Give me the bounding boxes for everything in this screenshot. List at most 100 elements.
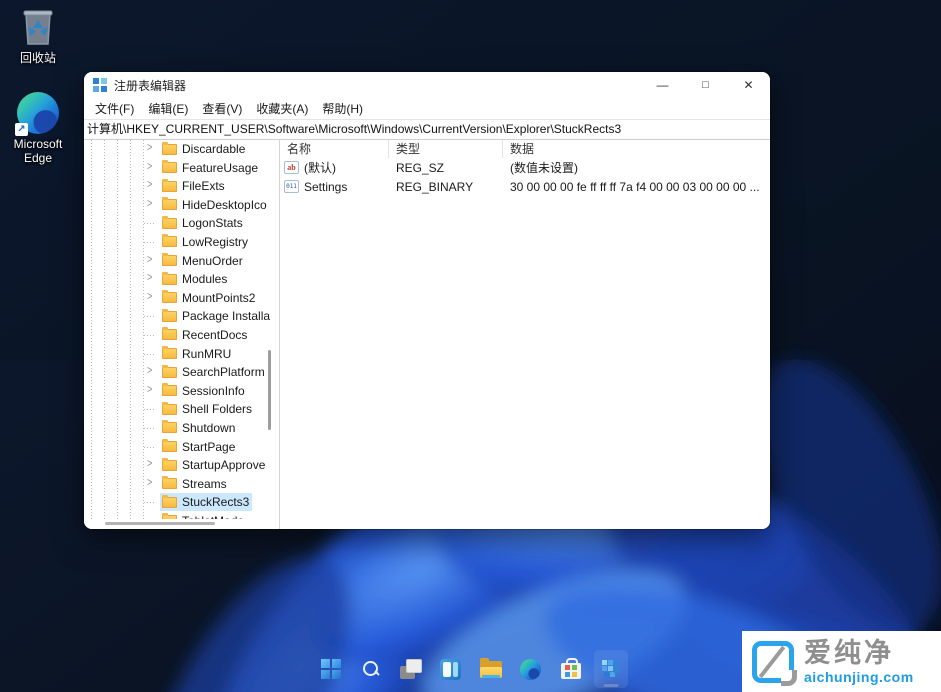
tree-item-package-installa[interactable]: Package Installa	[84, 307, 279, 326]
tree-connector	[144, 242, 156, 243]
chevron-right-icon[interactable]: >	[147, 177, 159, 191]
menu-item-1[interactable]: 编辑(E)	[141, 100, 195, 117]
menu-item-3[interactable]: 收藏夹(A)	[249, 100, 315, 117]
chevron-right-icon[interactable]: >	[147, 456, 159, 470]
folder-icon	[162, 385, 177, 396]
taskbar-widgets-button[interactable]	[434, 650, 468, 688]
taskbar-registry-editor-button[interactable]	[594, 650, 628, 688]
folder-icon	[162, 162, 177, 173]
tree-item-label: FeatureUsage	[182, 161, 258, 175]
tree-connector	[144, 428, 156, 429]
tree-item-searchplatform[interactable]: > SearchPlatform	[84, 363, 279, 382]
edge-icon	[520, 659, 541, 680]
minimize-button[interactable]: —	[641, 72, 684, 98]
tree-item-label: SearchPlatform	[182, 365, 265, 379]
chevron-right-icon[interactable]: >	[147, 159, 159, 173]
tree-item-label: MenuOrder	[182, 254, 243, 268]
value-row-1[interactable]: 011SettingsREG_BINARY30 00 00 00 fe ff f…	[280, 177, 770, 196]
tree-vertical-scrollbar[interactable]	[268, 350, 271, 430]
menu-bar: 文件(F)编辑(E)查看(V)收藏夹(A)帮助(H)	[84, 98, 770, 119]
folder-icon	[162, 404, 177, 415]
recycle-bin-label: 回收站	[0, 51, 76, 65]
tree-item-modules[interactable]: >Modules	[84, 270, 279, 289]
folder-icon	[162, 348, 177, 359]
registry-editor-icon	[602, 660, 620, 678]
tree-item-streams[interactable]: >Streams	[84, 475, 279, 494]
close-button[interactable]: ✕	[727, 72, 770, 98]
tree-horizontal-scrollbar[interactable]	[84, 519, 279, 529]
desktop-icon-recycle-bin[interactable]: 回收站	[0, 6, 76, 65]
menu-item-4[interactable]: 帮助(H)	[315, 100, 370, 117]
taskbar-store-button[interactable]	[554, 650, 588, 688]
folder-icon	[162, 274, 177, 285]
tree-item-label: LogonStats	[182, 216, 243, 230]
edge-icon: ↗	[17, 92, 59, 134]
column-header-data[interactable]: 数据	[503, 140, 770, 158]
chevron-right-icon[interactable]: >	[147, 475, 159, 489]
tree-item-label: Shutdown	[182, 421, 235, 435]
folder-icon	[162, 144, 177, 155]
tree-item-startpage[interactable]: StartPage	[84, 438, 279, 457]
tree-item-sessioninfo[interactable]: >SessionInfo	[84, 382, 279, 401]
taskbar-search-button[interactable]	[354, 650, 388, 688]
folder-icon	[162, 255, 177, 266]
maximize-button[interactable]: □	[684, 72, 727, 98]
value-name: (默认)	[304, 159, 336, 176]
scrollbar-thumb[interactable]	[105, 522, 215, 525]
tree-item-shell-folders[interactable]: Shell Folders	[84, 400, 279, 419]
chevron-right-icon[interactable]: >	[147, 382, 159, 396]
tree-item-label: StartPage	[182, 440, 235, 454]
desktop-icon-edge[interactable]: ↗ Microsoft Edge	[0, 92, 76, 165]
tree-connector	[144, 354, 156, 355]
folder-icon	[162, 497, 177, 508]
values-panel[interactable]: 名称 类型 数据 ab(默认)REG_SZ(数值未设置)011SettingsR…	[280, 140, 770, 529]
tree-item-lowregistry[interactable]: LowRegistry	[84, 233, 279, 252]
tree-item-label: HideDesktopIco	[182, 198, 267, 212]
tree-item-menuorder[interactable]: > MenuOrder	[84, 252, 279, 271]
tree-item-label: StartupApprove	[182, 458, 265, 472]
tree-connector	[144, 316, 156, 317]
tree-item-label: MountPoints2	[182, 291, 255, 305]
tree-item-logonstats[interactable]: LogonStats	[84, 214, 279, 233]
tree-item-shutdown[interactable]: Shutdown	[84, 419, 279, 438]
folder-icon	[162, 460, 177, 471]
taskbar-file-explorer-button[interactable]	[474, 650, 508, 688]
tree-connector	[144, 335, 156, 336]
search-icon	[361, 659, 381, 679]
registry-tree-panel[interactable]: >Discardable>FeatureUsage>FileExts>HideD…	[84, 140, 280, 529]
tree-item-mountpoints2[interactable]: > MountPoints2	[84, 289, 279, 308]
tree-item-runmru[interactable]: RunMRU	[84, 345, 279, 364]
tree-item-startupapprove[interactable]: > StartupApprove	[84, 456, 279, 475]
chevron-right-icon[interactable]: >	[147, 289, 159, 303]
value-row-0[interactable]: ab(默认)REG_SZ(数值未设置)	[280, 158, 770, 177]
tree-item-label: Package Installa	[182, 309, 270, 323]
folder-icon	[162, 441, 177, 452]
active-app-indicator	[603, 684, 618, 687]
chevron-right-icon[interactable]: >	[147, 196, 159, 210]
tree-item-fileexts[interactable]: >FileExts	[84, 177, 279, 196]
tree-connector	[144, 447, 156, 448]
tree-item-discardable[interactable]: > Discardable	[84, 140, 279, 159]
tree-item-hidedesktopico[interactable]: > HideDesktopIco	[84, 196, 279, 215]
tree-item-label: RecentDocs	[182, 328, 247, 342]
chevron-right-icon[interactable]: >	[147, 363, 159, 377]
taskbar-start-button[interactable]	[314, 650, 348, 688]
folder-icon	[162, 292, 177, 303]
taskbar-task-view-button[interactable]	[394, 650, 428, 688]
chevron-right-icon[interactable]: >	[147, 252, 159, 266]
taskbar-edge-button[interactable]	[514, 650, 548, 688]
chevron-right-icon[interactable]: >	[147, 140, 159, 154]
title-bar[interactable]: 注册表编辑器 — □ ✕	[84, 72, 770, 98]
menu-item-0[interactable]: 文件(F)	[88, 100, 141, 117]
folder-icon	[162, 329, 177, 340]
tree-item-label: Discardable	[182, 142, 245, 156]
tree-item-stuckrects3[interactable]: StuckRects3	[84, 493, 279, 512]
column-header-type[interactable]: 类型	[389, 140, 503, 158]
tree-item-recentdocs[interactable]: RecentDocs	[84, 326, 279, 345]
chevron-right-icon[interactable]: >	[147, 270, 159, 284]
column-header-name[interactable]: 名称	[280, 140, 389, 158]
folder-icon	[162, 218, 177, 229]
menu-item-2[interactable]: 查看(V)	[195, 100, 249, 117]
address-bar[interactable]: 计算机\HKEY_CURRENT_USER\Software\Microsoft…	[84, 119, 770, 140]
tree-item-featureusage[interactable]: > FeatureUsage	[84, 159, 279, 178]
